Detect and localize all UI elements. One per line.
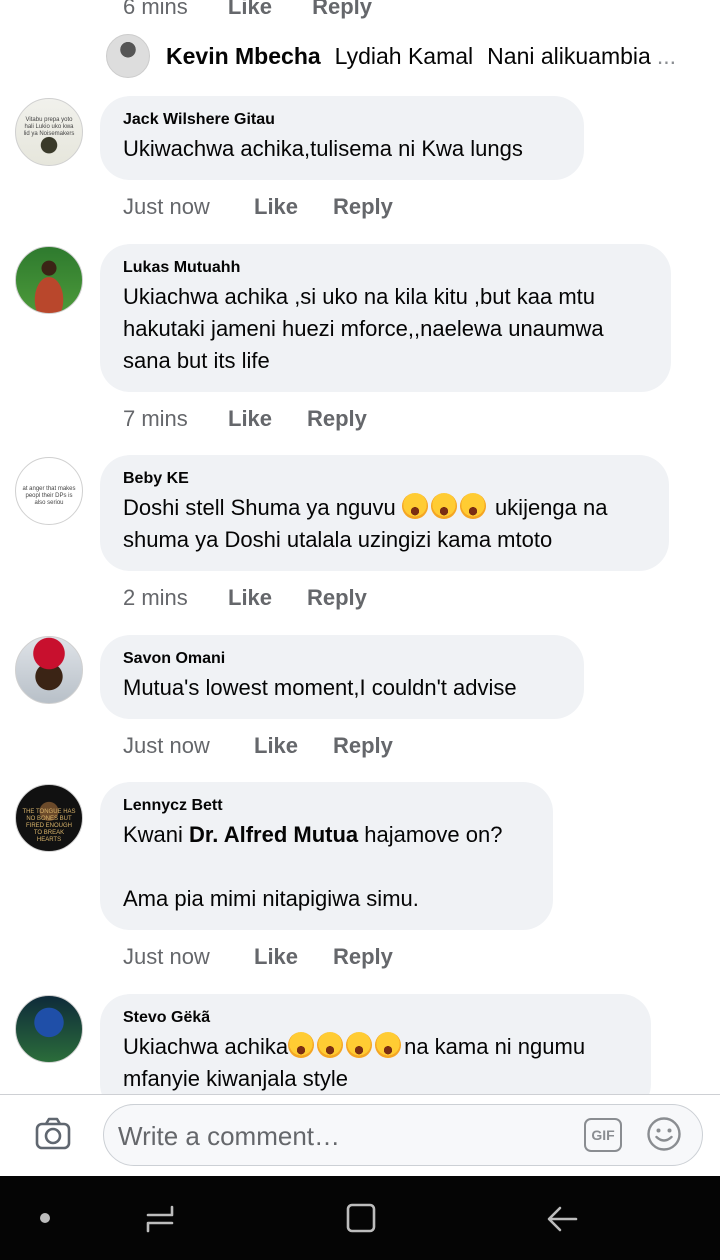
laughing-emoji-icon [430,493,457,519]
comment-author[interactable]: Lennycz Bett [123,796,529,816]
like-button[interactable]: Like [254,733,298,759]
laughing-emoji-icon [375,1032,402,1058]
comment-time: Just now [123,733,210,758]
reply-button[interactable]: Reply [333,944,393,970]
comment-author[interactable]: Savon Omani [123,649,560,669]
avatar-caption: Vitabu prepa yoto hali Lukio uko kwa lid… [23,117,75,137]
mention-link[interactable]: Dr. Alfred Mutua [189,822,358,847]
comment-text-line: mfanyie kiwanjala style [123,1066,348,1091]
comment-text-segment: ukijenga na [488,495,608,520]
laughing-emoji-icon [459,493,486,519]
comment-bubble[interactable]: Savon Omani Mutua's lowest moment,I coul… [100,635,584,719]
recents-icon[interactable] [144,1203,176,1235]
reply-ellipsis: ... [656,42,676,69]
comment-time: Just now [123,944,210,969]
comment-text-segment: Kwani [123,822,190,847]
like-button[interactable]: Like [228,585,272,611]
avatar[interactable] [106,34,150,78]
comment-text-line: shuma ya Doshi utalala uzingizi kama mto… [123,527,553,552]
like-button[interactable]: Like [228,0,272,20]
comment-text-line: Doshi stell Shuma ya nguvu ukijenga na [123,492,645,524]
previous-comment-meta: 6 mins Like Reply [123,0,406,20]
comment-time: 6 mins [123,0,188,19]
comment-bubble[interactable]: Lennycz Bett Kwani Dr. Alfred Mutua haja… [100,782,553,930]
laughing-emoji-icon [346,1032,373,1058]
comment-blank-line [123,851,529,883]
comment-input[interactable] [116,1117,560,1155]
like-button[interactable]: Like [254,194,298,220]
avatar-caption: THE TONGUE HAS NO BONES BUT FIRED ENOUGH… [22,809,76,843]
home-icon[interactable] [345,1202,377,1234]
avatar[interactable]: THE TONGUE HAS NO BONES BUT FIRED ENOUGH… [15,784,83,852]
reply-mention[interactable]: Lydiah Kamal [335,43,474,70]
comment-meta: 2 mins Like Reply [0,585,720,613]
comment-text-line: Ukiachwa achika ,si uko na kila kitu ,bu… [123,284,596,309]
comment-author[interactable]: Jack Wilshere Gitau [123,110,560,130]
comment-author[interactable]: Stevo Gëkã [123,1008,627,1028]
reply-button[interactable]: Reply [307,585,367,611]
comment-text: Mutua's lowest moment,I couldn't advise [123,675,517,700]
reply-button[interactable]: Reply [307,406,367,432]
comment-bubble[interactable]: Beby KE Doshi stell Shuma ya nguvu ukije… [100,455,669,571]
gif-icon[interactable]: GIF [584,1118,622,1152]
reply-snippet: Nani alikuambia [487,42,651,69]
reply-preview[interactable]: Kevin Mbecha Lydiah Kamal Nani alikuambi… [106,34,676,78]
comment-meta: Just now Like Reply [0,733,720,761]
comment-text-line: Kwani Dr. Alfred Mutua hajamove on? [123,819,529,851]
reply-author-name[interactable]: Kevin Mbecha [166,43,321,70]
laughing-emoji-icon [401,493,428,519]
comment-text-line: sana but its life [123,348,270,373]
reply-button[interactable]: Reply [333,194,393,220]
nav-dot-icon[interactable] [39,1212,51,1224]
comment-text-segment: hajamove on? [358,822,503,847]
smiley-icon[interactable] [646,1116,682,1152]
comment-author[interactable]: Lukas Mutuahh [123,258,647,278]
comment-meta: Just now Like Reply [0,194,720,222]
reply-button[interactable]: Reply [333,733,393,759]
comment-text-line: Ama pia mimi nitapigiwa simu. [123,886,419,911]
laughing-emoji-icon [288,1032,315,1058]
system-nav-bar [0,1176,720,1260]
reply-button[interactable]: Reply [312,0,372,20]
comment-text-line: Ukiachwa achika na kama ni ngumu [123,1031,627,1063]
avatar[interactable] [15,636,83,704]
comment-time: 7 mins [123,406,188,431]
like-button[interactable]: Like [254,944,298,970]
avatar[interactable] [15,246,83,314]
avatar[interactable]: Vitabu prepa yoto hali Lukio uko kwa lid… [15,98,83,166]
comment-text-segment: na kama ni ngumu [404,1034,586,1059]
comment-text-segment: Doshi stell Shuma ya nguvu [123,495,402,520]
comment-text-line: hakutaki jameni huezi mforce,,naelewa un… [123,316,604,341]
laughing-emoji-icon [317,1032,344,1058]
comment-bubble[interactable]: Lukas Mutuahh Ukiachwa achika ,si uko na… [100,244,671,392]
avatar[interactable] [15,995,83,1063]
like-button[interactable]: Like [228,406,272,432]
comment-time: Just now [123,194,210,219]
avatar[interactable]: at anger that makes peopl their DPs is a… [15,457,83,525]
comment-time: 2 mins [123,585,188,610]
comment-meta: Just now Like Reply [0,944,720,972]
comment-author[interactable]: Beby KE [123,469,645,489]
avatar-caption: at anger that makes peopl their DPs is a… [22,486,76,506]
camera-icon[interactable] [35,1117,71,1151]
comment-text: Ukiwachwa achika,tulisema ni Kwa lungs [123,136,523,161]
comment-meta: 7 mins Like Reply [0,406,720,434]
comment-bubble[interactable]: Jack Wilshere Gitau Ukiwachwa achika,tul… [100,96,584,180]
back-icon[interactable] [546,1203,578,1235]
comment-text-segment: Ukiachwa achika [123,1034,289,1059]
